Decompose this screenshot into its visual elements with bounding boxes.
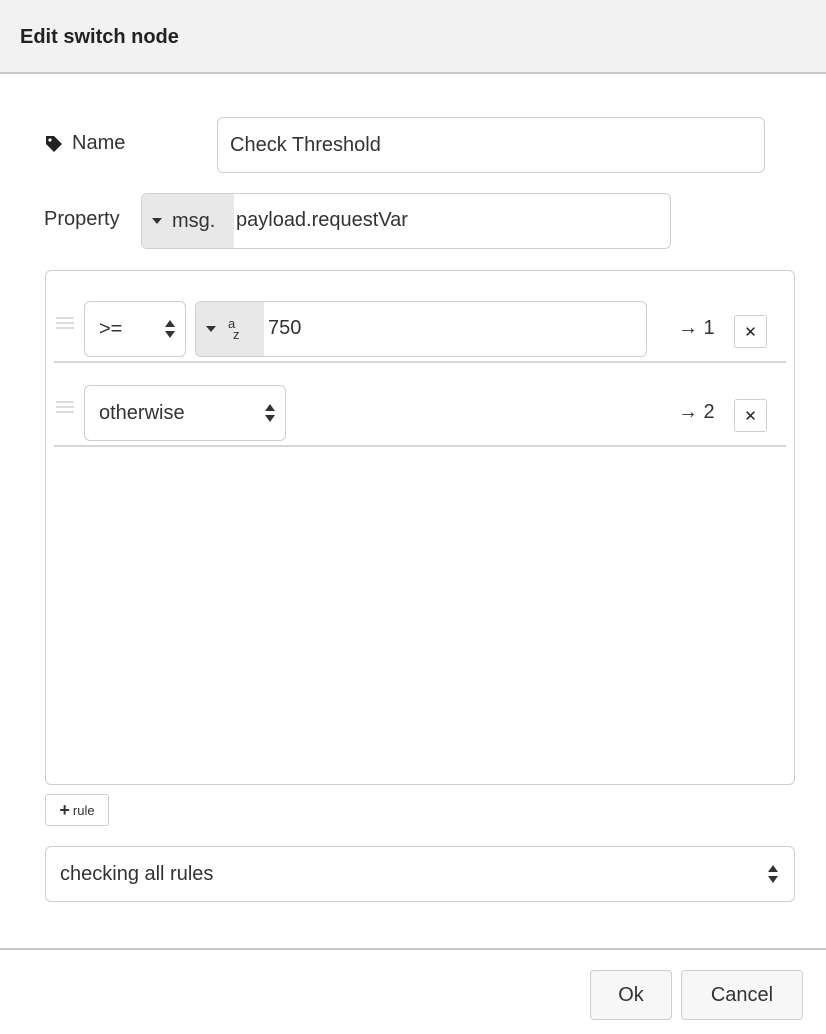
property-type-select[interactable]: msg. (142, 194, 234, 248)
caret-down-icon (206, 326, 216, 332)
name-label-text: Name (72, 132, 126, 154)
checking-mode-select[interactable]: checking all rules (45, 846, 795, 902)
property-type-label: msg. (172, 209, 216, 232)
select-updown-icon (768, 865, 778, 885)
delete-rule-button[interactable]: ✕ (734, 315, 767, 348)
rule-output-port: → 2 (678, 401, 715, 423)
rule-operator-select[interactable]: otherwise (84, 385, 286, 441)
name-label: Name (44, 132, 125, 155)
checking-mode-label: checking all rules (60, 862, 214, 885)
dialog-title: Edit switch node (20, 26, 179, 48)
name-input[interactable] (217, 117, 765, 173)
delete-rule-button[interactable]: ✕ (734, 399, 767, 432)
drag-handle-icon[interactable] (56, 401, 74, 413)
rule-value[interactable]: 750 (268, 317, 301, 340)
rule-row: otherwise → 2 ✕ (54, 363, 786, 447)
select-updown-icon (265, 404, 275, 424)
ok-button[interactable]: Ok (590, 970, 672, 1020)
dialog-header: Edit switch node (0, 0, 826, 74)
string-az-icon: az (228, 316, 240, 342)
property-value[interactable]: payload.requestVar (236, 209, 408, 232)
rule-operator-select[interactable]: >= (84, 301, 186, 357)
add-rule-label: rule (72, 802, 95, 818)
rule-operator-label: otherwise (99, 401, 185, 424)
rule-row: >= az 750 → 1 ✕ (54, 279, 786, 363)
tag-icon (46, 135, 62, 152)
cancel-button[interactable]: Cancel (681, 970, 803, 1020)
select-updown-icon (165, 320, 175, 340)
rule-value-input[interactable]: az 750 (195, 301, 647, 357)
rule-operator-label: >= (99, 317, 123, 340)
value-type-select[interactable]: az (196, 302, 264, 356)
property-input[interactable]: msg. payload.requestVar (141, 193, 671, 249)
close-icon: ✕ (744, 407, 757, 425)
rules-container: >= az 750 → 1 ✕ otherwise → 2 ✕ (45, 270, 795, 785)
caret-down-icon (152, 218, 162, 224)
close-icon: ✕ (744, 323, 757, 341)
add-rule-button[interactable]: + rule (45, 794, 109, 826)
drag-handle-icon[interactable] (56, 317, 74, 329)
plus-icon: + (59, 800, 70, 820)
footer-divider (0, 948, 826, 950)
rule-output-port: → 1 (678, 317, 715, 339)
property-label: Property (44, 208, 120, 230)
